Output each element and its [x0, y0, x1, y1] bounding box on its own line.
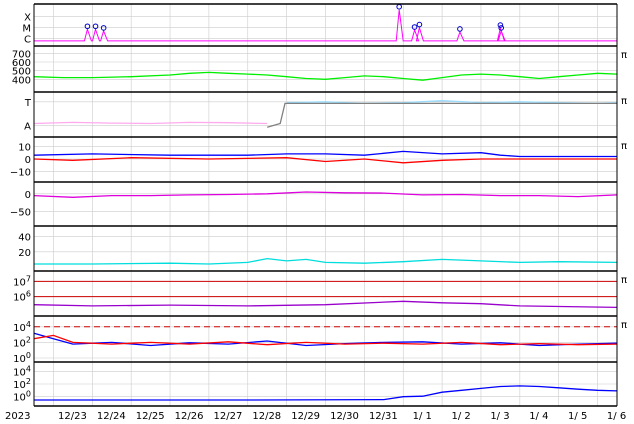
y-tick-label: −10 — [10, 168, 31, 179]
panel-marker: π — [621, 320, 627, 331]
panel-marker: π — [621, 96, 627, 107]
y-tick-label: 20 — [18, 248, 31, 259]
x-tick-label: 12/24 — [97, 411, 126, 422]
x-tick-label: 12/25 — [136, 411, 165, 422]
x-tick-label: 12/31 — [369, 411, 398, 422]
flare-peak-marker — [84, 23, 91, 30]
y-tick-label: C — [24, 35, 31, 46]
y-tick-label: −50 — [10, 207, 31, 218]
flare-peak-marker — [396, 3, 402, 10]
y-tick-label: 100 — [13, 351, 31, 365]
flare-peak-marker — [100, 25, 107, 31]
year-label: 2023 — [5, 411, 30, 422]
y-tick-label: 107 — [13, 274, 31, 288]
x-tick-label: 12/28 — [252, 411, 281, 422]
x-tick-label: 12/30 — [330, 411, 359, 422]
y-tick-label: 10 — [18, 142, 31, 153]
panel-marker: π — [621, 275, 627, 286]
y-tick-label: X — [24, 12, 31, 23]
y-tick-label: 0 — [25, 190, 31, 201]
y-tick-label: 106 — [13, 290, 31, 304]
y-tick-label: 40 — [18, 233, 31, 244]
x-tick-label: 1/ 2 — [451, 411, 470, 422]
y-tick-label: T — [24, 98, 32, 109]
y-tick-label: M — [22, 24, 31, 35]
y-tick-label: A — [24, 121, 31, 132]
x-tick-label: 12/29 — [291, 411, 320, 422]
data-line — [33, 121, 268, 125]
x-tick-label: 1/ 5 — [568, 411, 587, 422]
x-tick-label: 12/23 — [58, 411, 87, 422]
panel-marker: π — [621, 50, 627, 61]
x-tick-label: 1/ 3 — [490, 411, 509, 422]
y-tick-label: 102 — [13, 335, 31, 349]
x-tick-label: 1/ 4 — [529, 411, 548, 422]
y-tick-label: 0 — [25, 155, 31, 166]
x-tick-label: 12/26 — [175, 411, 204, 422]
y-tick-label: 100 — [13, 390, 31, 404]
space-weather-chart: XMC700600500400πTAπ100−10π0−504020107106… — [5, 3, 627, 422]
y-tick-label: 400 — [12, 75, 31, 86]
y-tick-label: 104 — [13, 320, 31, 334]
x-tick-label: 12/27 — [213, 411, 242, 422]
x-tick-label: 1/ 1 — [413, 411, 432, 422]
panel-marker: π — [621, 141, 627, 152]
x-tick-label: 1/ 6 — [607, 411, 626, 422]
